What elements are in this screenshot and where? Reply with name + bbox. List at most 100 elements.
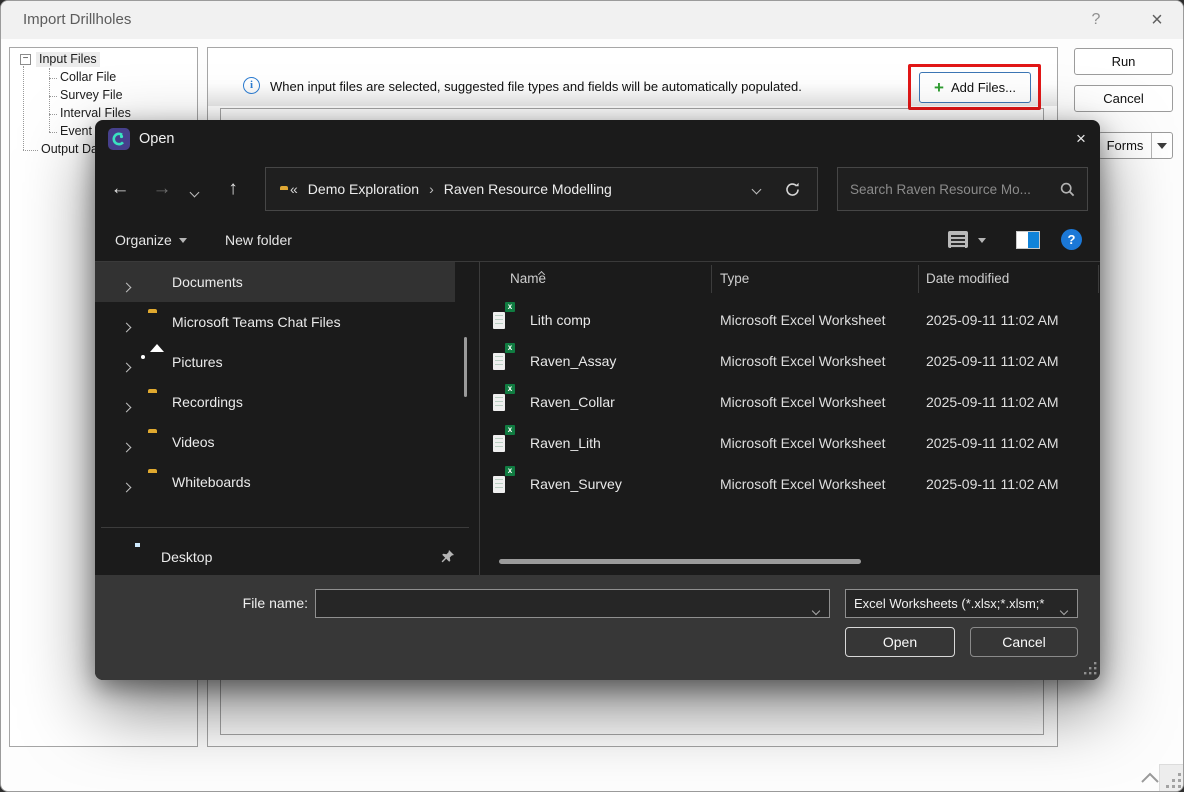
new-folder-button[interactable]: New folder	[225, 218, 292, 262]
dialog-help-icon[interactable]: ?	[1061, 229, 1082, 250]
tree-stub	[49, 78, 57, 79]
address-dropdown-chevron-icon[interactable]	[753, 180, 760, 198]
recent-locations-chevron-icon[interactable]	[191, 183, 198, 201]
window-resize-grip[interactable]	[1159, 764, 1184, 792]
chevron-right-icon[interactable]	[123, 278, 130, 296]
tree-guide-root	[23, 66, 24, 150]
chevron-right-icon[interactable]	[123, 358, 130, 376]
file-name: Lith comp	[530, 300, 591, 341]
file-row-raven-collar[interactable]: x Raven_Collar Microsoft Excel Worksheet…	[480, 382, 1100, 423]
dialog-footer: File name: Excel Worksheets (*.xlsx;*.xl…	[95, 575, 1100, 680]
file-row-lith-comp[interactable]: x Lith comp Microsoft Excel Worksheet 20…	[480, 300, 1100, 341]
file-name-input[interactable]	[324, 590, 804, 617]
tree-stub	[49, 96, 57, 97]
file-type: Microsoft Excel Worksheet	[720, 423, 885, 464]
preview-pane-icon[interactable]	[1016, 231, 1040, 249]
file-name: Raven_Assay	[530, 341, 616, 382]
dialog-title: Open	[139, 120, 174, 158]
column-separator[interactable]	[711, 265, 712, 293]
tree-item-survey-file[interactable]: Survey File	[60, 88, 123, 103]
window-close-button[interactable]: ×	[1142, 1, 1172, 39]
column-separator[interactable]	[918, 265, 919, 293]
column-header-date-modified[interactable]: Date modified	[926, 262, 1009, 296]
views-dropdown-button[interactable]	[978, 218, 986, 262]
chevron-right-icon[interactable]	[123, 318, 130, 336]
address-bar[interactable]: « Demo Exploration › Raven Resource Mode…	[265, 167, 818, 211]
chevron-down-icon	[752, 185, 762, 195]
open-file-dialog: Open × ← → ↑ « Demo Exploration › Raven …	[95, 120, 1100, 680]
tree-stub	[49, 132, 57, 133]
organize-menu-button[interactable]: Organize	[115, 218, 187, 262]
up-icon[interactable]: ↑	[218, 167, 248, 211]
navpane-item-whiteboards[interactable]: Whiteboards	[95, 462, 455, 502]
navpane-item-documents[interactable]: Documents	[95, 262, 455, 302]
tree-item-interval-files[interactable]: Interval Files	[60, 106, 131, 121]
cancel-button-main[interactable]: Cancel	[1074, 85, 1173, 112]
tree-collapse-toggle[interactable]: −	[20, 54, 31, 65]
tree-stub	[23, 150, 38, 151]
breadcrumb-raven-resource-modelling[interactable]: Raven Resource Modelling	[444, 181, 612, 197]
chevron-down-icon	[190, 188, 200, 198]
navpane-divider	[101, 527, 469, 528]
column-separator[interactable]	[1098, 265, 1099, 293]
organize-label: Organize	[115, 218, 172, 262]
breadcrumb-demo-exploration[interactable]: Demo Exploration	[308, 181, 419, 197]
navpane-label: Desktop	[161, 540, 212, 575]
forms-split-button[interactable]: Forms	[1098, 132, 1173, 159]
file-date: 2025-09-11 11:02 AM	[926, 341, 1059, 382]
add-files-button[interactable]: + Add Files...	[919, 72, 1031, 103]
file-date: 2025-09-11 11:02 AM	[926, 423, 1059, 464]
navpane-item-recordings[interactable]: Recordings	[95, 382, 455, 422]
dialog-resize-grip[interactable]	[1084, 662, 1097, 675]
forms-button-label[interactable]: Forms	[1099, 133, 1152, 158]
navpane-item-pictures[interactable]: Pictures	[95, 342, 455, 382]
navpane-item-teams-chat-files[interactable]: Microsoft Teams Chat Files	[95, 302, 455, 342]
column-header-type[interactable]: Type	[720, 262, 749, 296]
sort-ascending-icon	[539, 264, 544, 282]
file-type-combo[interactable]: Excel Worksheets (*.xlsx;*.xlsm;*	[845, 589, 1078, 618]
tree-item-collar-file[interactable]: Collar File	[60, 70, 116, 85]
file-row-raven-assay[interactable]: x Raven_Assay Microsoft Excel Worksheet …	[480, 341, 1100, 382]
search-icon	[1060, 182, 1075, 197]
breadcrumb-overflow-icon[interactable]: «	[290, 181, 298, 197]
details-view-icon[interactable]	[948, 231, 968, 248]
search-input[interactable]	[850, 168, 1050, 210]
chevron-right-icon[interactable]	[123, 398, 130, 416]
navpane-item-desktop[interactable]: Desktop	[95, 540, 470, 575]
navpane-label: Recordings	[172, 382, 243, 422]
window-help-button[interactable]: ?	[1084, 1, 1108, 39]
chevron-down-icon[interactable]	[813, 601, 819, 619]
tree-item-input-files[interactable]: Input Files	[36, 52, 100, 67]
file-name: Raven_Collar	[530, 382, 615, 423]
window-titlebar: Import Drillholes ? ×	[1, 1, 1183, 39]
dialog-content: Documents Microsoft Teams Chat Files Pic…	[95, 262, 1100, 575]
navpane-scrollbar[interactable]	[464, 337, 467, 397]
file-type: Microsoft Excel Worksheet	[720, 464, 885, 505]
breadcrumb-separator-icon: ›	[429, 181, 434, 197]
navpane-label: Documents	[172, 262, 243, 302]
chevron-down-icon	[1061, 601, 1067, 619]
forms-dropdown-arrow[interactable]	[1152, 133, 1172, 158]
dialog-close-button[interactable]: ×	[1062, 120, 1100, 158]
open-button[interactable]: Open	[845, 627, 955, 657]
chevron-right-icon[interactable]	[123, 478, 130, 496]
file-date: 2025-09-11 11:02 AM	[926, 464, 1059, 505]
tree-item-output-data[interactable]: Output Da	[41, 142, 98, 157]
file-name-combo	[315, 589, 830, 618]
pin-icon[interactable]	[440, 549, 455, 564]
file-date: 2025-09-11 11:02 AM	[926, 382, 1059, 423]
forward-icon[interactable]: →	[147, 167, 177, 211]
file-row-raven-lith[interactable]: x Raven_Lith Microsoft Excel Worksheet 2…	[480, 423, 1100, 464]
file-type: Microsoft Excel Worksheet	[720, 382, 885, 423]
navpane-label: Microsoft Teams Chat Files	[172, 302, 341, 342]
chevron-right-icon[interactable]	[123, 438, 130, 456]
cancel-button-dialog[interactable]: Cancel	[970, 627, 1078, 657]
run-button[interactable]: Run	[1074, 48, 1173, 75]
list-horizontal-scrollbar[interactable]	[499, 559, 861, 564]
refresh-icon[interactable]	[784, 181, 801, 198]
back-icon[interactable]: ←	[105, 167, 135, 211]
plus-icon: +	[934, 79, 944, 96]
screen: Import Drillholes ? × − Input Files Coll…	[0, 0, 1184, 792]
navpane-item-videos[interactable]: Videos	[95, 422, 455, 462]
file-row-raven-survey[interactable]: x Raven_Survey Microsoft Excel Worksheet…	[480, 464, 1100, 505]
